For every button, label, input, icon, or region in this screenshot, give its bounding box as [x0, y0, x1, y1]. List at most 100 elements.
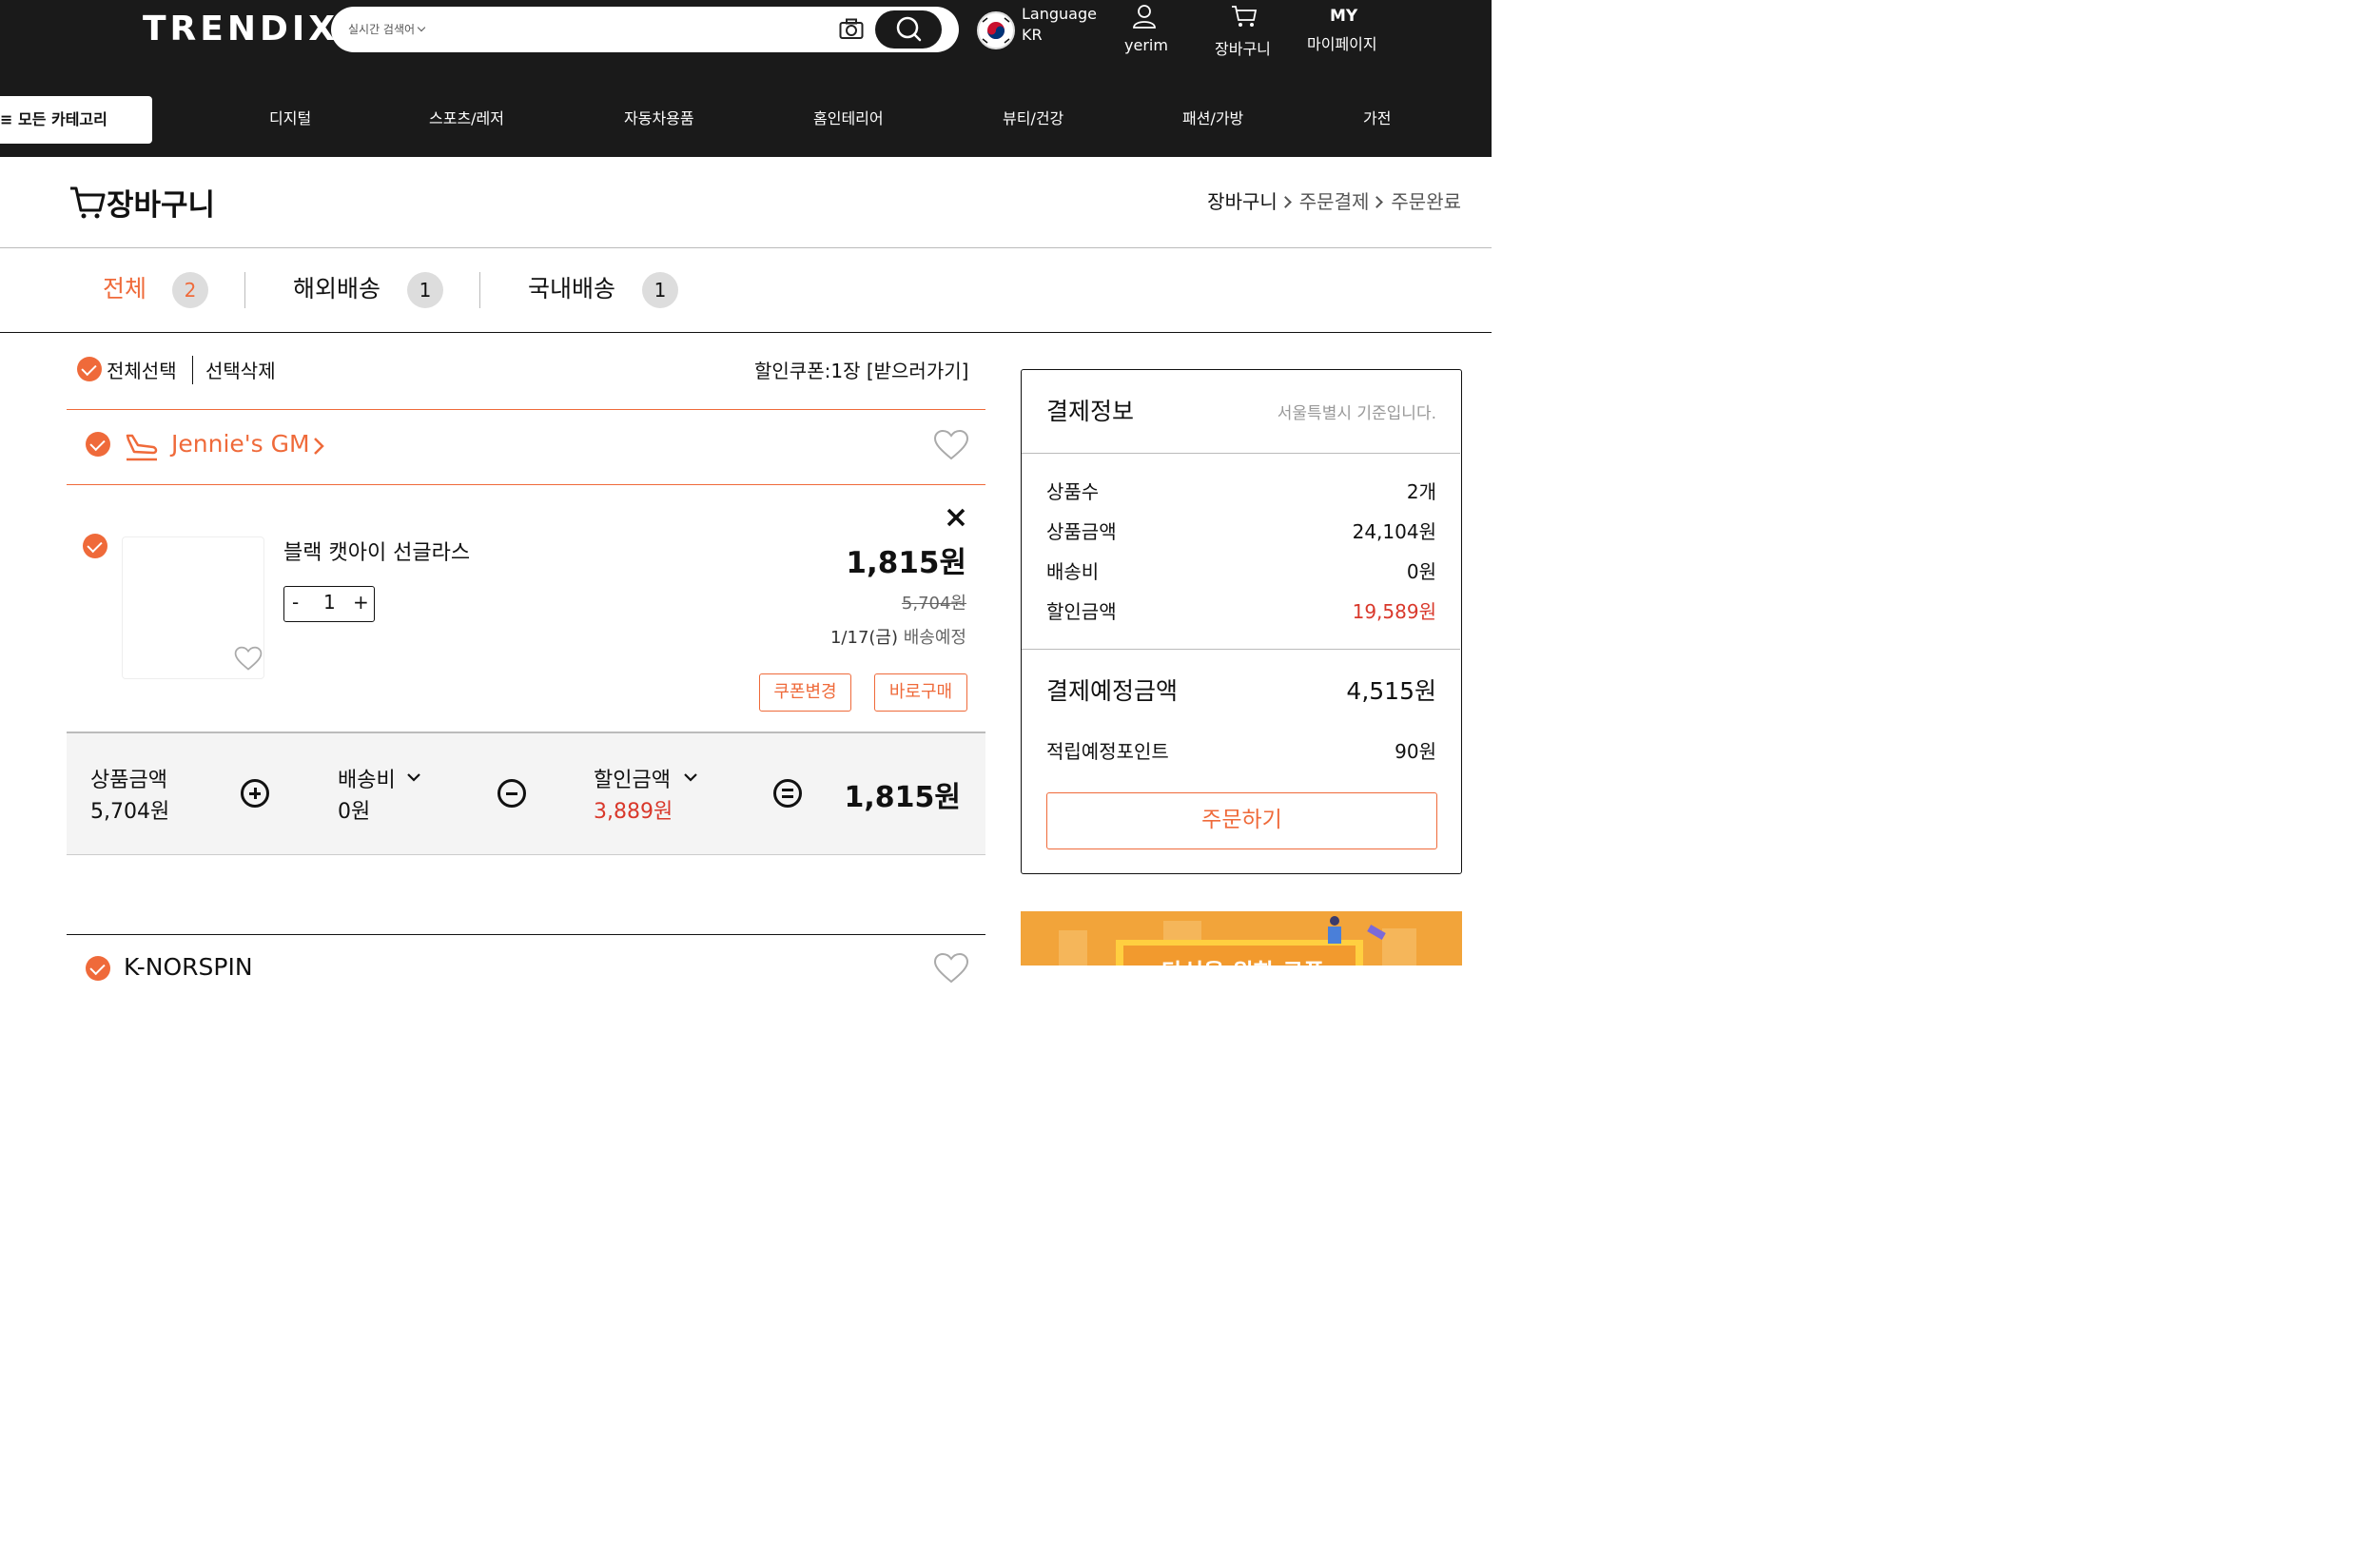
- seller-checkbox[interactable]: [86, 956, 110, 981]
- row-value: 0원: [1406, 560, 1436, 583]
- delivery-info: 1/17(금) 배송예정: [830, 624, 966, 649]
- banner-text: 당신을 위한 쿠폰: [1161, 953, 1324, 966]
- qty-decrease-button[interactable]: -: [292, 591, 299, 614]
- summary-shipping-label[interactable]: 배송비: [338, 763, 396, 793]
- seller-top-line: [67, 409, 985, 410]
- checkout-steps: 장바구니 주문결제 주문완료: [1207, 186, 1461, 214]
- airplane-icon: [126, 434, 158, 461]
- close-icon[interactable]: [946, 507, 966, 528]
- cart-title-icon: [70, 186, 106, 219]
- search-button[interactable]: [875, 10, 942, 49]
- delete-selected-button[interactable]: 선택삭제: [205, 356, 276, 383]
- order-button[interactable]: 주문하기: [1046, 792, 1437, 849]
- nav-item-sports[interactable]: 스포츠/레저: [429, 107, 504, 131]
- row-label: 상품수: [1046, 480, 1100, 503]
- plus-circle-icon: [241, 779, 269, 808]
- coupon-banner[interactable]: 당신을 위한 쿠폰: [1021, 911, 1462, 966]
- row-value: 2개: [1406, 480, 1436, 503]
- tab-all[interactable]: 전체: [103, 270, 146, 308]
- search-dropdown[interactable]: 실시간 검색어: [348, 21, 426, 37]
- all-categories-button[interactable]: ≡ 모든 카테고리: [0, 96, 152, 144]
- delivery-date: 1/17(금): [829, 628, 899, 648]
- summary-discount-value: 3,889원: [594, 800, 673, 824]
- tab-overseas-count: 1: [407, 272, 443, 308]
- step-checkout: 주문결제: [1298, 190, 1370, 213]
- heart-icon[interactable]: [933, 952, 969, 985]
- nav-item-home-interior[interactable]: 홈인테리어: [813, 107, 884, 131]
- payment-row-shipping: 배송비 0원: [1046, 556, 1436, 584]
- buy-now-button[interactable]: 바로구매: [874, 673, 967, 712]
- seller-name[interactable]: K-NORSPIN: [124, 953, 253, 981]
- seller-name[interactable]: Jennie's GM: [171, 430, 310, 458]
- language-value[interactable]: KR: [1022, 26, 1043, 44]
- row-value: 19,589원: [1352, 600, 1436, 623]
- row-label: 배송비: [1046, 560, 1100, 583]
- summary-shipping-value: 0원: [338, 800, 371, 824]
- tab-divider: [244, 272, 245, 308]
- seller-checkbox[interactable]: [86, 432, 110, 457]
- site-logo[interactable]: TRENDIX: [143, 8, 339, 51]
- quantity-stepper[interactable]: - 1 +: [283, 586, 375, 622]
- item-summary-bar: 상품금액 5,704원 배송비 0원 할인금액 3,889원 1,815원: [67, 731, 985, 855]
- summary-discount-label[interactable]: 할인금액: [594, 763, 671, 793]
- payment-expected: 결제예정금액 4,515원: [1046, 673, 1436, 707]
- qty-increase-button[interactable]: +: [353, 591, 369, 614]
- tab-overseas[interactable]: 해외배송: [293, 270, 380, 308]
- nav-item-beauty[interactable]: 뷰티/건강: [1003, 107, 1063, 131]
- payment-info-panel: 결제정보 서울특별시 기준입니다. 상품수 2개 상품금액 24,104원 배송비 0…: [1021, 369, 1462, 874]
- step-complete: 주문완료: [1391, 190, 1461, 213]
- nav-item-automotive[interactable]: 자동차용품: [624, 107, 694, 131]
- coupon-change-button[interactable]: 쿠폰변경: [759, 673, 851, 712]
- cart-icon[interactable]: [1230, 4, 1258, 29]
- chevron-down-icon[interactable]: [683, 771, 698, 783]
- points-value: 90원: [1395, 740, 1436, 763]
- row-label: 상품금액: [1046, 520, 1117, 543]
- summary-product-label: 상품금액: [90, 769, 167, 792]
- row-value: 24,104원: [1352, 520, 1436, 543]
- select-all-label[interactable]: 전체선택: [107, 356, 177, 383]
- menu-icon: ≡: [0, 110, 18, 128]
- nav-item-appliances[interactable]: 가전: [1363, 107, 1391, 131]
- flag-graphic: [982, 17, 1010, 44]
- minus-circle-icon: [497, 779, 526, 808]
- region-note: 서울특별시 기준입니다.: [1277, 404, 1436, 423]
- search-placeholder: 실시간 검색어: [348, 23, 416, 36]
- tabs-bottom-line: [0, 332, 1492, 333]
- camera-icon[interactable]: [839, 18, 864, 41]
- select-all-checkbox[interactable]: [77, 357, 102, 381]
- search-icon: [896, 16, 922, 42]
- chevron-down-icon: [417, 23, 426, 32]
- item-heart-icon[interactable]: [234, 646, 263, 672]
- korea-flag-icon[interactable]: [977, 11, 1015, 49]
- cart-label[interactable]: 장바구니: [1215, 36, 1271, 59]
- divider: [192, 356, 193, 384]
- user-name[interactable]: yerim: [1124, 36, 1168, 54]
- tab-divider: [479, 272, 480, 308]
- payment-row-discount: 할인금액 19,589원: [1046, 596, 1436, 624]
- divider: [1022, 453, 1460, 454]
- tab-domestic[interactable]: 국내배송: [528, 270, 615, 308]
- chevron-down-icon[interactable]: [406, 771, 421, 783]
- qty-value[interactable]: 1: [323, 591, 336, 614]
- coupon-link[interactable]: 할인쿠폰:1장 [받으러가기]: [754, 356, 968, 383]
- nav-item-digital[interactable]: 디지털: [269, 107, 311, 131]
- payment-row-product: 상품금액 24,104원: [1046, 517, 1436, 544]
- nav-item-fashion[interactable]: 패션/가방: [1182, 107, 1243, 131]
- equals-circle-icon: [773, 779, 802, 808]
- chevron-right-icon[interactable]: [312, 436, 325, 457]
- seller-bottom-line: [67, 484, 985, 485]
- search-bar[interactable]: 실시간 검색어: [331, 7, 959, 52]
- language-label[interactable]: Language: [1022, 5, 1097, 23]
- my-label[interactable]: MY: [1330, 7, 1357, 26]
- payment-row-count: 상품수 2개: [1046, 477, 1436, 504]
- page-title: 장바구니: [107, 188, 216, 223]
- heart-icon[interactable]: [933, 429, 969, 461]
- item-checkbox[interactable]: [83, 534, 107, 558]
- top-header: TRENDIX 실시간 검색어 Language KR yerim 장바구니 M…: [0, 0, 1492, 157]
- user-icon[interactable]: [1132, 3, 1157, 29]
- mypage-label[interactable]: 마이페이지: [1307, 31, 1377, 54]
- summary-product-value: 5,704원: [90, 800, 170, 824]
- item-original-price: 5,704원: [901, 594, 966, 614]
- product-name[interactable]: 블랙 캣아이 선글라스: [283, 536, 470, 566]
- row-label: 할인금액: [1046, 600, 1117, 623]
